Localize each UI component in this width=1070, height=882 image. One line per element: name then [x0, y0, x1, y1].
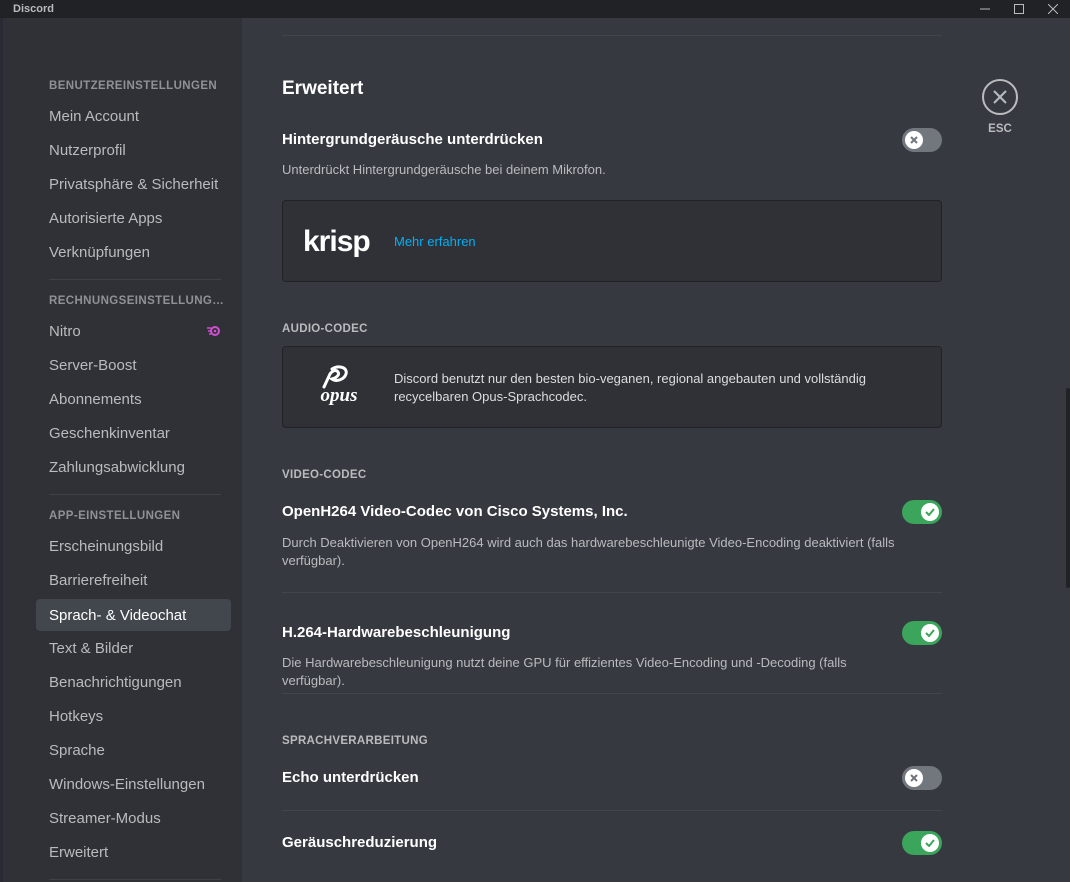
- noise-suppression-description: Unterdrückt Hintergrundgeräusche bei dei…: [282, 162, 606, 177]
- close-settings[interactable]: ESC: [982, 79, 1018, 135]
- divider: [282, 693, 942, 694]
- maximize-icon[interactable]: [1002, 0, 1036, 18]
- close-icon[interactable]: [982, 79, 1018, 115]
- title-bar: Discord: [0, 0, 1070, 18]
- nav-separator: [49, 279, 221, 280]
- minimize-icon[interactable]: [968, 0, 1002, 18]
- nav-item-server-boost[interactable]: Server-Boost: [36, 349, 231, 381]
- opus-card: opus Discord benutzt nur den besten bio-…: [282, 346, 942, 428]
- video-codec-header: VIDEO-CODEC: [282, 469, 367, 481]
- nav-item-nitro-label: Nitro: [49, 322, 81, 340]
- nav-item-user-profile[interactable]: Nutzerprofil: [36, 134, 231, 166]
- toggle-on-check-icon: [921, 624, 939, 642]
- esc-label: ESC: [988, 123, 1012, 135]
- toggle-on-check-icon: [921, 503, 939, 521]
- nitro-icon: [207, 326, 220, 336]
- krisp-logo: krisp: [303, 225, 371, 258]
- openh264-title: OpenH264 Video-Codec von Cisco Systems, …: [282, 503, 628, 520]
- nav-item-subscriptions[interactable]: Abonnements: [36, 383, 231, 415]
- nav-item-accessibility[interactable]: Barrierefreiheit: [36, 564, 231, 596]
- nav-item-nitro[interactable]: Nitro: [36, 315, 231, 347]
- toggle-on-check-icon: [921, 834, 939, 852]
- nav-separator: [49, 494, 221, 495]
- nav-item-text-images[interactable]: Text & Bilder: [36, 632, 231, 664]
- nav-item-voice-video[interactable]: Sprach- & Videochat: [36, 599, 231, 631]
- openh264-description: Durch Deaktivieren von OpenH264 wird auc…: [282, 535, 895, 568]
- section-title-advanced: Erweitert: [282, 78, 364, 99]
- toggle-off-x-icon: [905, 769, 923, 787]
- content-scrollbar[interactable]: [1066, 388, 1070, 588]
- nav-item-notifications[interactable]: Benachrichtigungen: [36, 666, 231, 698]
- nav-header-app-settings: APP-EINSTELLUNGEN: [49, 510, 181, 522]
- noise-reduction-title: Geräuschreduzierung: [282, 834, 438, 851]
- settings-sidebar: BENUTZEREINSTELLUNGEN Mein Account Nutze…: [0, 18, 242, 882]
- divider: [282, 35, 942, 36]
- opus-logo: opus: [321, 365, 358, 406]
- nav-item-windows-settings[interactable]: Windows-Einstellungen: [36, 768, 231, 800]
- nav-item-keybinds[interactable]: Hotkeys: [36, 700, 231, 732]
- nav-separator: [49, 879, 221, 880]
- settings-content: Erweitert Hintergrundgeräusche unterdrüc…: [242, 18, 1070, 882]
- svg-text:opus: opus: [321, 385, 358, 406]
- noise-suppression-title: Hintergrundgeräusche unterdrücken: [282, 131, 543, 148]
- krisp-learn-more-link[interactable]: Mehr erfahren: [394, 234, 476, 249]
- hw-accel-toggle[interactable]: [902, 621, 942, 645]
- divider: [282, 810, 942, 811]
- close-window-icon[interactable]: [1036, 0, 1070, 18]
- toggle-off-x-icon: [905, 131, 923, 149]
- noise-suppression-toggle[interactable]: [902, 128, 942, 152]
- nav-item-authorized-apps[interactable]: Autorisierte Apps: [36, 202, 231, 234]
- nav-item-advanced[interactable]: Erweitert: [36, 836, 231, 868]
- hw-accel-description: Die Hardwarebeschleunigung nutzt deine G…: [282, 655, 847, 688]
- voice-processing-header: SPRACHVERARBEITUNG: [282, 735, 428, 747]
- noise-reduction-toggle[interactable]: [902, 831, 942, 855]
- divider: [282, 592, 942, 593]
- nav-item-my-account[interactable]: Mein Account: [36, 100, 231, 132]
- app-title: Discord: [13, 3, 54, 15]
- echo-cancellation-toggle[interactable]: [902, 766, 942, 790]
- audio-codec-header: AUDIO-CODEC: [282, 323, 368, 335]
- nav-header-user-settings: BENUTZEREINSTELLUNGEN: [49, 80, 218, 92]
- nav-header-billing-settings: RECHNUNGSEINSTELLUNGEN: [49, 295, 224, 307]
- openh264-toggle[interactable]: [902, 500, 942, 524]
- nav-item-privacy-safety[interactable]: Privatsphäre & Sicherheit: [36, 168, 231, 200]
- nav-item-streamer-mode[interactable]: Streamer-Modus: [36, 802, 231, 834]
- nav-item-appearance[interactable]: Erscheinungsbild: [36, 530, 231, 562]
- nav-item-connections[interactable]: Verknüpfungen: [36, 236, 231, 268]
- hw-accel-title: H.264-Hardwarebeschleunigung: [282, 624, 511, 641]
- nav-item-billing[interactable]: Zahlungsabwicklung: [36, 451, 231, 483]
- krisp-card: krisp Mehr erfahren: [282, 200, 942, 282]
- echo-cancellation-title: Echo unterdrücken: [282, 769, 419, 786]
- nav-item-gift-inventory[interactable]: Geschenkinventar: [36, 417, 231, 449]
- window-controls: [968, 0, 1070, 18]
- opus-codec-text: Discord benutzt nur den besten bio-vegan…: [394, 371, 866, 404]
- nav-item-language[interactable]: Sprache: [36, 734, 231, 766]
